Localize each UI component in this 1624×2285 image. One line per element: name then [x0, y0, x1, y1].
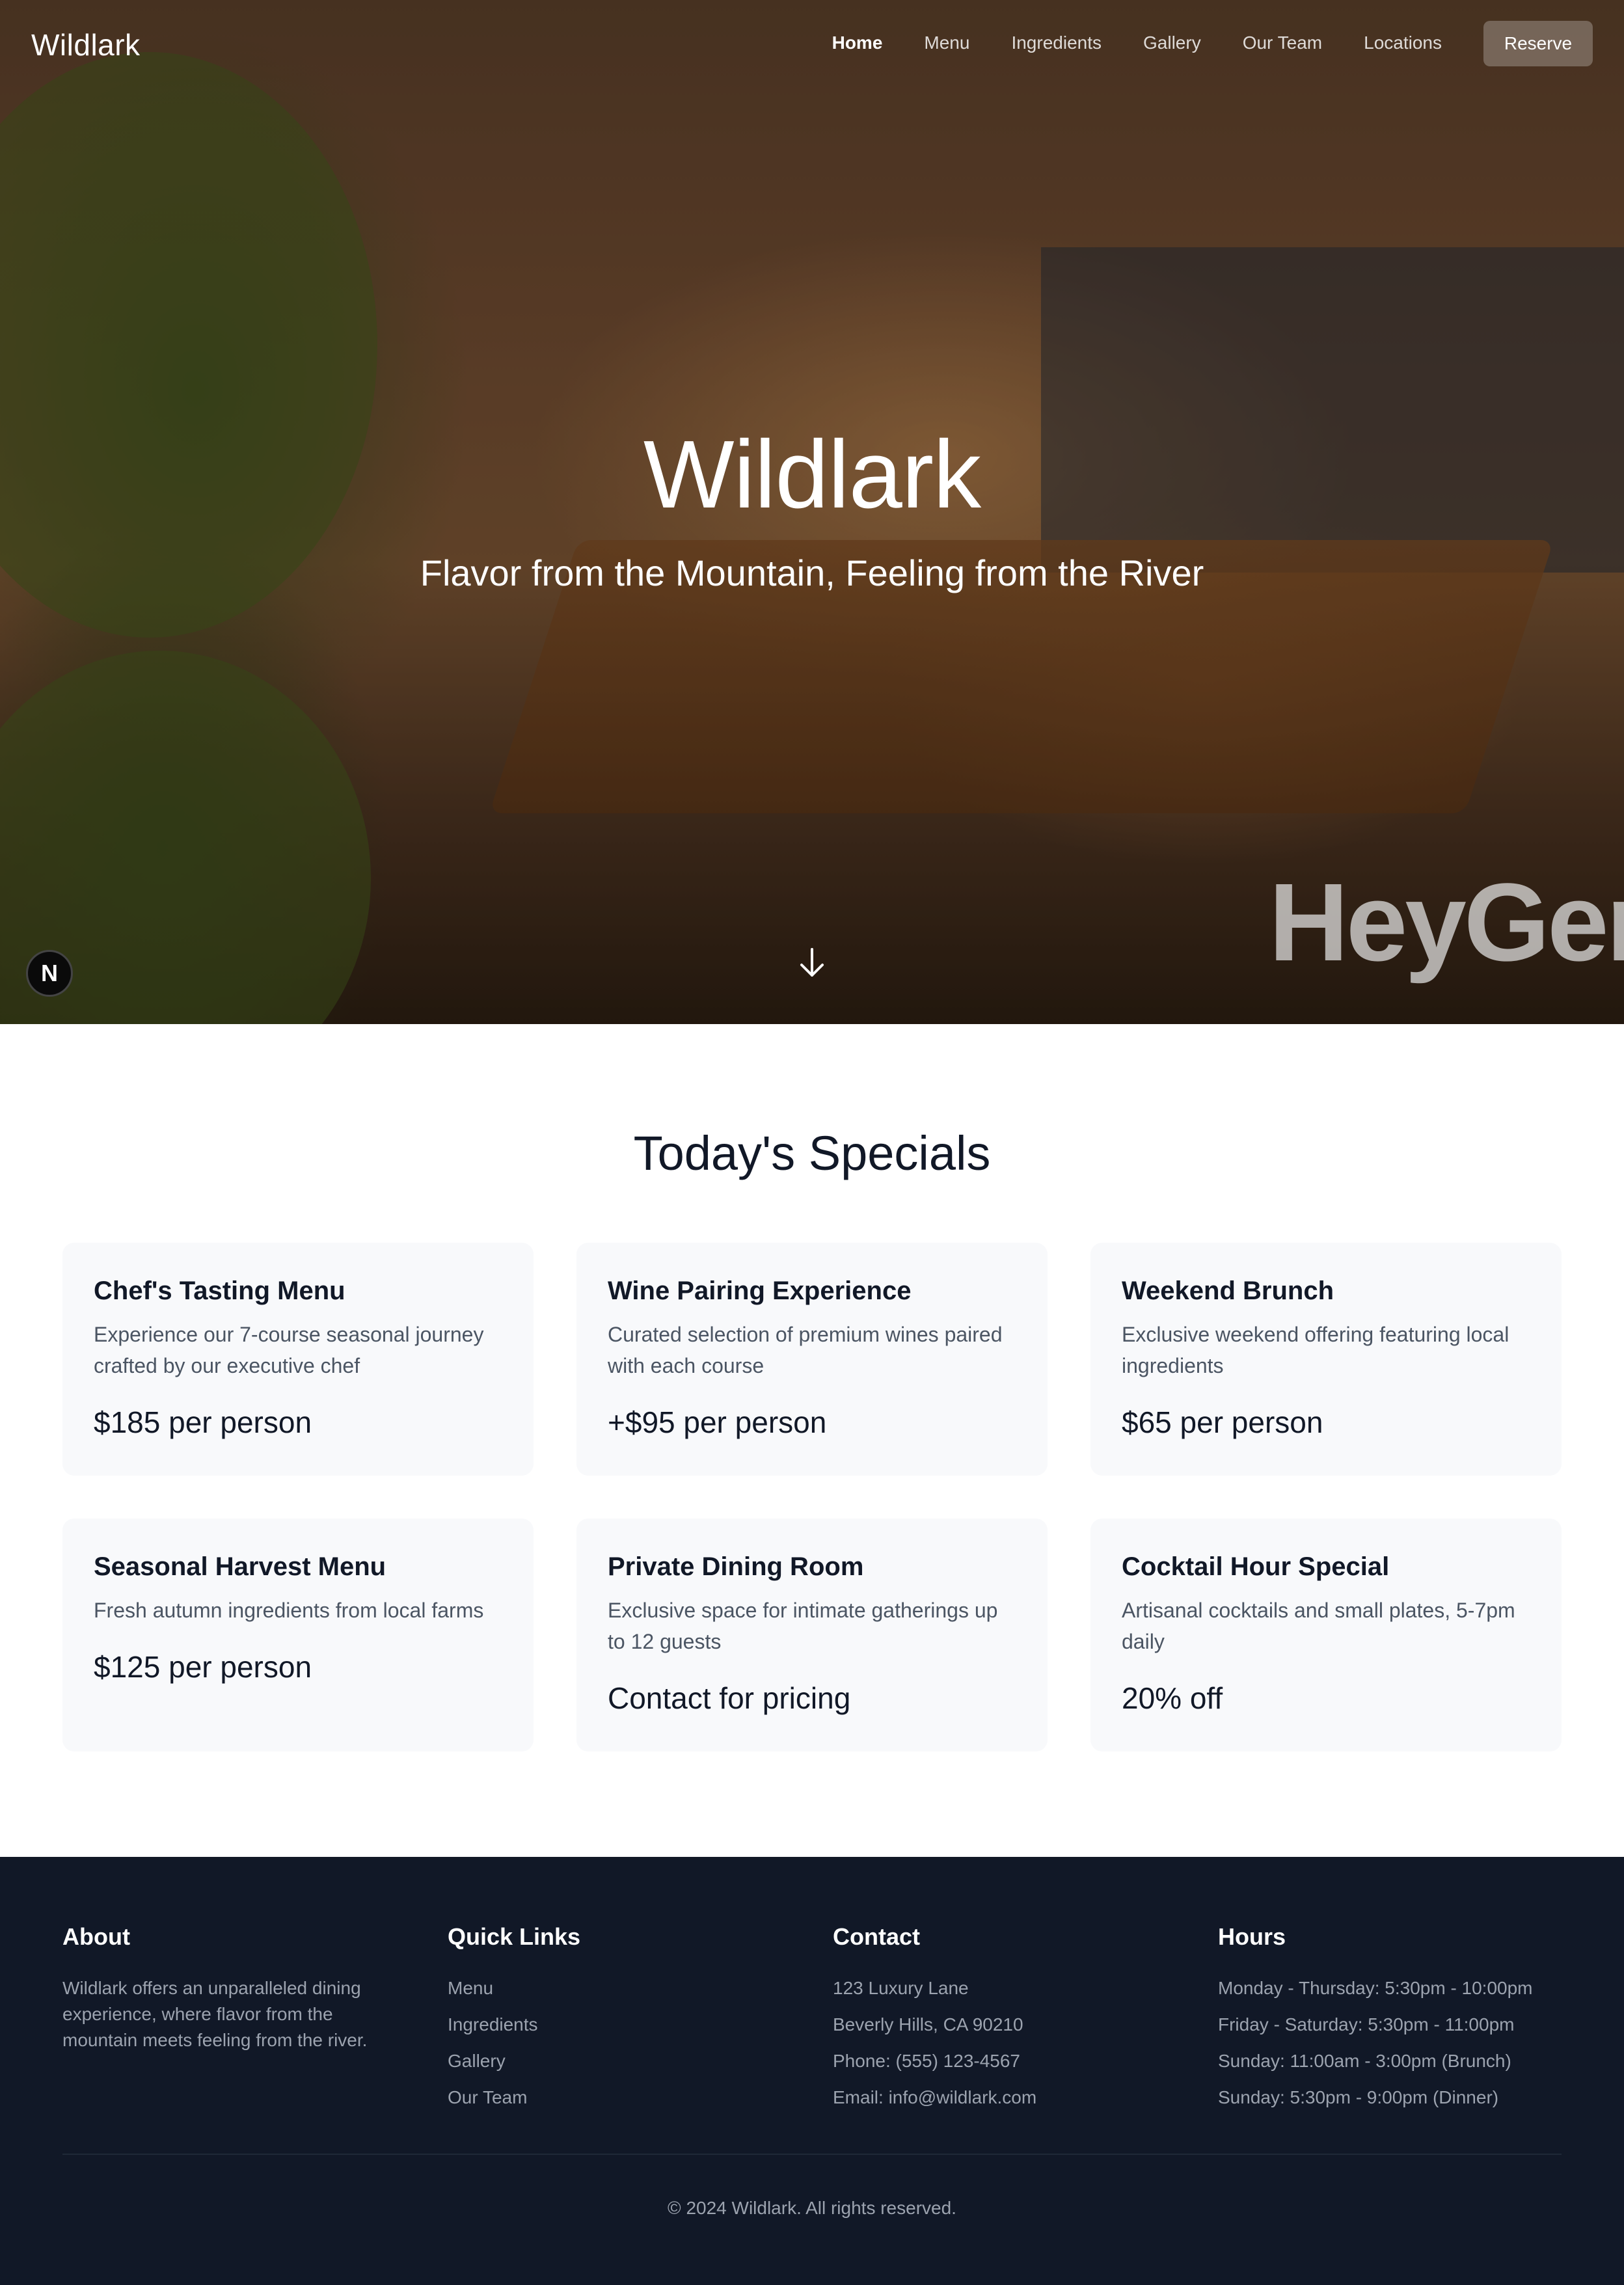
special-card-title: Seasonal Harvest Menu [94, 1552, 386, 1581]
brand-logo[interactable]: Wildlark [31, 27, 141, 62]
special-card-description: Exclusive weekend offering featuring loc… [1122, 1323, 1509, 1377]
footer-link-our-team[interactable]: Our Team [448, 2085, 812, 2121]
footer-contact-title: Contact [833, 1923, 920, 1950]
special-card-price: Contact for pricing [608, 1681, 851, 1715]
footer-link-gallery[interactable]: Gallery [448, 2048, 812, 2085]
special-card-description: Experience our 7-course seasonal journey… [94, 1323, 484, 1377]
special-card-price: 20% off [1122, 1681, 1223, 1715]
footer-link-ingredients[interactable]: Ingredients [448, 2012, 812, 2048]
footer-contact: Contact 123 Luxury Lane Beverly Hills, C… [833, 1923, 1197, 2121]
footer-hours-item: Friday - Saturday: 5:30pm - 11:00pm [1218, 2014, 1515, 2035]
special-card: Wine Pairing Experience Curated selectio… [576, 1243, 1048, 1476]
nav-links: Home Menu Ingredients Gallery Our Team L… [832, 33, 1442, 53]
footer-link-menu[interactable]: Menu [448, 1975, 812, 2012]
footer-about: About Wildlark offers an unparalleled di… [62, 1923, 401, 2053]
footer-email: Email: info@wildlark.com [833, 2087, 1037, 2107]
special-card-title: Private Dining Room [608, 1552, 864, 1581]
special-card: Private Dining Room Exclusive space for … [576, 1519, 1048, 1751]
top-navigation: Wildlark Home Menu Ingredients Gallery O… [0, 0, 1624, 91]
footer-hours-item: Sunday: 11:00am - 3:00pm (Brunch) [1218, 2051, 1511, 2071]
footer-about-text: Wildlark offers an unparalleled dining e… [62, 1978, 368, 2050]
special-card-title: Chef's Tasting Menu [94, 1277, 345, 1305]
site-footer: About Wildlark offers an unparalleled di… [0, 1857, 1624, 2285]
footer-quick-links-title: Quick Links [448, 1923, 581, 1950]
footer-copyright: © 2024 Wildlark. All rights reserved. [668, 2198, 956, 2218]
special-card: Seasonal Harvest Menu Fresh autumn ingre… [62, 1519, 534, 1751]
special-card-description: Artisanal cocktails and small plates, 5-… [1122, 1599, 1515, 1653]
specials-title: Today's Specials [633, 1126, 991, 1180]
footer-quick-links: Quick Links Menu Ingredients Gallery Our… [448, 1923, 812, 2121]
special-card-title: Cocktail Hour Special [1122, 1552, 1390, 1581]
nav-link-locations[interactable]: Locations [1364, 33, 1442, 53]
special-card-description: Fresh autumn ingredients from local farm… [94, 1599, 484, 1622]
special-card-title: Wine Pairing Experience [608, 1277, 912, 1305]
nav-link-ingredients[interactable]: Ingredients [1011, 33, 1102, 53]
footer-hours-item: Sunday: 5:30pm - 9:00pm (Dinner) [1218, 2087, 1499, 2107]
nav-link-menu[interactable]: Menu [924, 33, 969, 53]
hero-tagline: Flavor from the Mountain, Feeling from t… [420, 552, 1204, 593]
special-card-description: Curated selection of premium wines paire… [608, 1323, 1003, 1377]
nav-link-gallery[interactable]: Gallery [1143, 33, 1201, 53]
special-card: Weekend Brunch Exclusive weekend offerin… [1090, 1243, 1562, 1476]
special-card: Chef's Tasting Menu Experience our 7-cou… [62, 1243, 534, 1476]
special-card-price: +$95 per person [608, 1405, 827, 1439]
hero-title: Wildlark [643, 421, 981, 528]
special-card-title: Weekend Brunch [1122, 1277, 1334, 1305]
footer-hours: Hours Monday - Thursday: 5:30pm - 10:00p… [1218, 1923, 1608, 2121]
special-card-price: $65 per person [1122, 1405, 1323, 1439]
footer-about-title: About [62, 1923, 130, 1950]
special-card: Cocktail Hour Special Artisanal cocktail… [1090, 1519, 1562, 1751]
special-card-price: $125 per person [94, 1650, 312, 1684]
footer-hours-item: Monday - Thursday: 5:30pm - 10:00pm [1218, 1978, 1533, 1998]
reserve-button[interactable]: Reserve [1483, 21, 1593, 66]
footer-hours-title: Hours [1218, 1923, 1286, 1950]
footer-address-city: Beverly Hills, CA 90210 [833, 2014, 1023, 2035]
footer-phone: Phone: (555) 123-4567 [833, 2051, 1020, 2071]
hero-section: Wildlark Home Menu Ingredients Gallery O… [0, 0, 1624, 1024]
footer-address-line: 123 Luxury Lane [833, 1978, 969, 1998]
heygen-watermark: HeyGen [1269, 861, 1624, 984]
n-badge-icon[interactable]: N [26, 950, 73, 997]
special-card-description: Exclusive space for intimate gatherings … [608, 1599, 998, 1653]
nav-link-home[interactable]: Home [832, 33, 883, 53]
arrow-down-icon[interactable] [799, 947, 825, 979]
footer-divider [62, 2154, 1562, 2155]
special-card-price: $185 per person [94, 1405, 312, 1439]
nav-link-our-team[interactable]: Our Team [1243, 33, 1322, 53]
